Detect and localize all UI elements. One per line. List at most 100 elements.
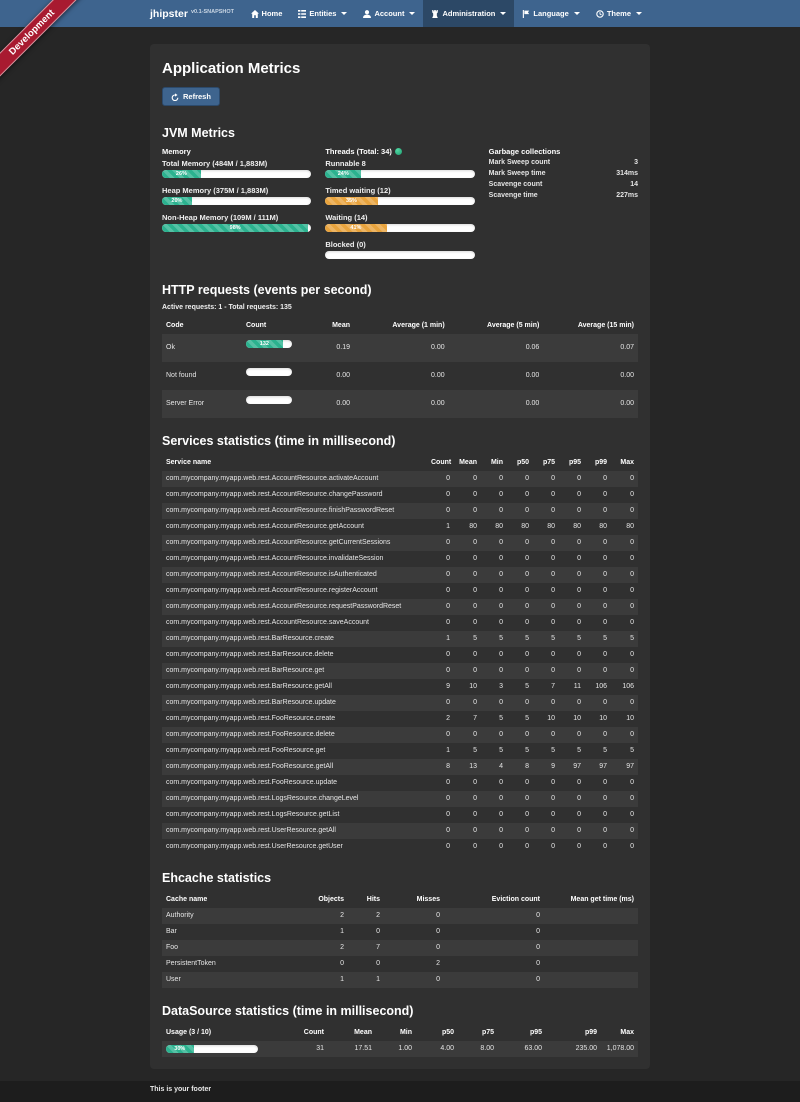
service-name: com.mycompany.myapp.web.rest.BarResource… xyxy=(162,647,427,663)
gc-row: Scavenge time 227ms xyxy=(489,190,638,201)
cache-name: Authority xyxy=(162,908,312,924)
cache-name: PersistentToken xyxy=(162,956,312,972)
gc-value: 314ms xyxy=(616,168,638,179)
metric-label: Total Memory (484M / 1,883M) xyxy=(162,159,311,168)
chevron-down-icon xyxy=(341,12,347,15)
memory-column: Memory Total Memory (484M / 1,883M) 26% … xyxy=(162,147,311,267)
metric-row: Runnable 8 24% xyxy=(325,159,474,178)
service-row: com.mycompany.myapp.web.rest.AccountReso… xyxy=(162,551,638,567)
column-header: Count xyxy=(292,1025,328,1041)
threads-title: Threads (Total: 34) xyxy=(325,147,474,156)
http-requests-heading: HTTP requests (events per second) xyxy=(162,283,638,297)
http-avg5: 0.00 xyxy=(449,362,544,390)
service-row: com.mycompany.myapp.web.rest.FooResource… xyxy=(162,727,638,743)
thread-dump-eye-icon[interactable] xyxy=(395,148,402,155)
nav-item-entities[interactable]: Entities xyxy=(290,0,355,27)
refresh-button[interactable]: Refresh xyxy=(162,87,220,106)
progress-fill: 98% xyxy=(162,224,308,232)
metric-label: Runnable 8 xyxy=(325,159,474,168)
gc-value: 3 xyxy=(634,157,638,168)
service-row: com.mycompany.myapp.web.rest.BarResource… xyxy=(162,695,638,711)
service-row: com.mycompany.myapp.web.rest.AccountReso… xyxy=(162,503,638,519)
services-heading: Services statistics (time in millisecond… xyxy=(162,434,638,448)
service-row: com.mycompany.myapp.web.rest.AccountReso… xyxy=(162,615,638,631)
ehcache-table: Cache name Objects Hits Misses Eviction … xyxy=(162,892,638,988)
brand-link[interactable]: jhipster v0.1-SNAPSHOT xyxy=(150,0,234,27)
nav-item-home[interactable]: Home xyxy=(243,0,291,27)
nav-item-theme[interactable]: Theme xyxy=(588,0,650,27)
service-row: com.mycompany.myapp.web.rest.LogsResourc… xyxy=(162,791,638,807)
progress-track xyxy=(325,251,474,259)
column-header: Count xyxy=(242,318,306,334)
column-header: Max xyxy=(611,455,638,471)
service-row: com.mycompany.myapp.web.rest.UserResourc… xyxy=(162,823,638,839)
cache-row: Authority 2 2 0 0 xyxy=(162,908,638,924)
progress-track: 26% xyxy=(162,170,311,178)
flag-icon xyxy=(522,10,530,18)
http-avg15: 0.07 xyxy=(543,334,638,362)
nav-item-language[interactable]: Language xyxy=(514,0,587,27)
service-name: com.mycompany.myapp.web.rest.AccountReso… xyxy=(162,583,427,599)
http-summary: Active requests: 1 - Total requests: 135 xyxy=(162,304,638,311)
progress-track: 35% xyxy=(325,197,474,205)
progress-track: 24% xyxy=(325,170,474,178)
column-header: p95 xyxy=(559,455,585,471)
service-name: com.mycompany.myapp.web.rest.AccountReso… xyxy=(162,599,427,615)
http-requests-table: Code Count Mean Average (1 min) Average … xyxy=(162,318,638,418)
service-row: com.mycompany.myapp.web.rest.FooResource… xyxy=(162,711,638,727)
column-header: Mean get time (ms) xyxy=(544,892,638,908)
list-icon xyxy=(298,10,306,18)
count-progress-track xyxy=(246,396,292,404)
column-header: Min xyxy=(376,1025,416,1041)
metric-row: Waiting (14) 41% xyxy=(325,213,474,232)
service-row: com.mycompany.myapp.web.rest.FooResource… xyxy=(162,775,638,791)
chevron-down-icon xyxy=(409,12,415,15)
theme-clock-icon xyxy=(596,10,604,18)
gc-label: Scavenge time xyxy=(489,190,538,201)
column-header: p50 xyxy=(507,455,533,471)
http-code: Ok xyxy=(162,334,242,362)
service-name: com.mycompany.myapp.web.rest.BarResource… xyxy=(162,663,427,679)
count-progress-fill: 132 xyxy=(246,340,283,348)
column-header: p99 xyxy=(585,455,611,471)
page-title: Application Metrics xyxy=(162,60,638,77)
navbar: jhipster v0.1-SNAPSHOT Home Entities Acc… xyxy=(0,0,800,27)
service-row: com.mycompany.myapp.web.rest.AccountReso… xyxy=(162,487,638,503)
cache-name: User xyxy=(162,972,312,988)
gc-rows: Mark Sweep count 3 Mark Sweep time 314ms… xyxy=(489,157,638,201)
progress-fill: 35% xyxy=(325,197,377,205)
nav-item-account[interactable]: Account xyxy=(355,0,423,27)
progress-fill: 20% xyxy=(162,197,192,205)
column-header: Mean xyxy=(454,455,481,471)
http-avg1: 0.00 xyxy=(354,362,449,390)
service-row: com.mycompany.myapp.web.rest.BarResource… xyxy=(162,631,638,647)
metric-row: Non-Heap Memory (109M / 111M) 98% xyxy=(162,213,311,232)
service-name: com.mycompany.myapp.web.rest.FooResource… xyxy=(162,727,427,743)
chevron-down-icon xyxy=(574,12,580,15)
gc-label: Scavenge count xyxy=(489,179,543,190)
http-row: Ok 132 0.19 0.00 0.06 0.07 xyxy=(162,334,638,362)
nav-item-administration[interactable]: Administration xyxy=(423,0,514,27)
column-header: Cache name xyxy=(162,892,312,908)
cache-row: PersistentToken 0 0 2 0 xyxy=(162,956,638,972)
service-row: com.mycompany.myapp.web.rest.BarResource… xyxy=(162,679,638,695)
cache-row: Foo 2 7 0 0 xyxy=(162,940,638,956)
gc-row: Mark Sweep count 3 xyxy=(489,157,638,168)
cache-name: Bar xyxy=(162,924,312,940)
http-avg15: 0.00 xyxy=(543,390,638,418)
gc-label: Mark Sweep count xyxy=(489,157,550,168)
http-avg5: 0.06 xyxy=(449,334,544,362)
progress-fill: 26% xyxy=(162,170,201,178)
memory-title: Memory xyxy=(162,147,311,156)
chevron-down-icon xyxy=(636,12,642,15)
column-header: Count xyxy=(427,455,454,471)
service-row: com.mycompany.myapp.web.rest.BarResource… xyxy=(162,663,638,679)
http-code: Server Error xyxy=(162,390,242,418)
column-header: p75 xyxy=(533,455,559,471)
metric-label: Blocked (0) xyxy=(325,240,474,249)
service-name: com.mycompany.myapp.web.rest.AccountReso… xyxy=(162,535,427,551)
http-row: Not found 0.00 0.00 0.00 0.00 xyxy=(162,362,638,390)
progress-fill: 24% xyxy=(325,170,361,178)
column-header: p75 xyxy=(458,1025,498,1041)
service-name: com.mycompany.myapp.web.rest.AccountReso… xyxy=(162,487,427,503)
